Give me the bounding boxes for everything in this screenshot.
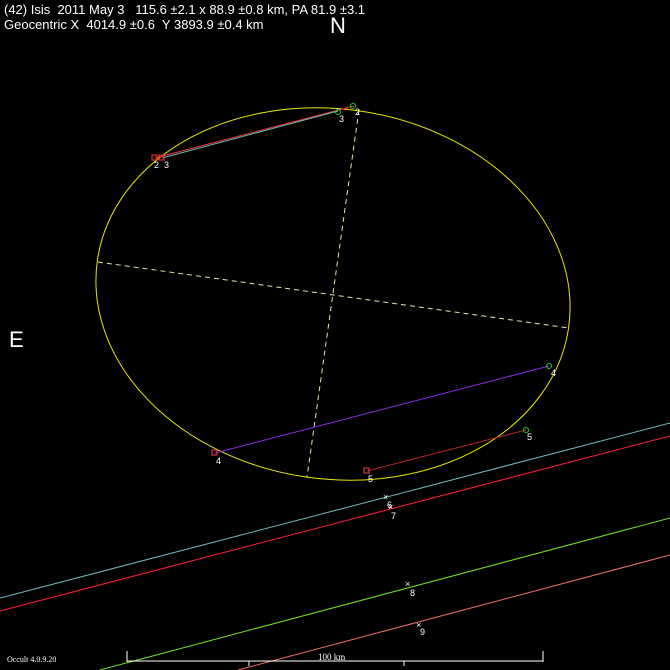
chord-5-start-label: 5 <box>368 474 373 484</box>
chord-4-start-label: 4 <box>216 456 221 466</box>
miss-6-label: 6 <box>387 500 392 510</box>
chord-5-end-label: 5 <box>527 432 532 442</box>
chord-3-end-label: 3 <box>339 114 344 124</box>
major-axis <box>97 261 570 329</box>
miss-7-label: 7 <box>391 511 396 521</box>
asteroid-profile-ellipse <box>95 107 571 481</box>
chord-4-end-label: 4 <box>551 368 556 378</box>
chord-2 <box>154 105 355 159</box>
chord-2-end-label: 2 <box>355 107 360 117</box>
chord-4 <box>214 365 550 454</box>
occultation-profile-diagram: 2 3 3 2 4 4 5 5 × × × × 6 7 8 9 <box>0 103 670 670</box>
miss-9-label: 9 <box>420 627 425 637</box>
scale-bar <box>126 651 544 666</box>
chord-3 <box>161 110 339 159</box>
chord-5 <box>366 429 527 472</box>
miss-chord-9 <box>237 554 670 670</box>
chord-2-start-label: 2 <box>154 160 159 170</box>
miss-chord-8 <box>99 517 670 670</box>
chord-3-start-label: 3 <box>164 160 169 170</box>
miss-chord-6 <box>0 422 670 599</box>
miss-chord-7 <box>0 435 670 612</box>
miss-8-label: 8 <box>410 588 415 598</box>
